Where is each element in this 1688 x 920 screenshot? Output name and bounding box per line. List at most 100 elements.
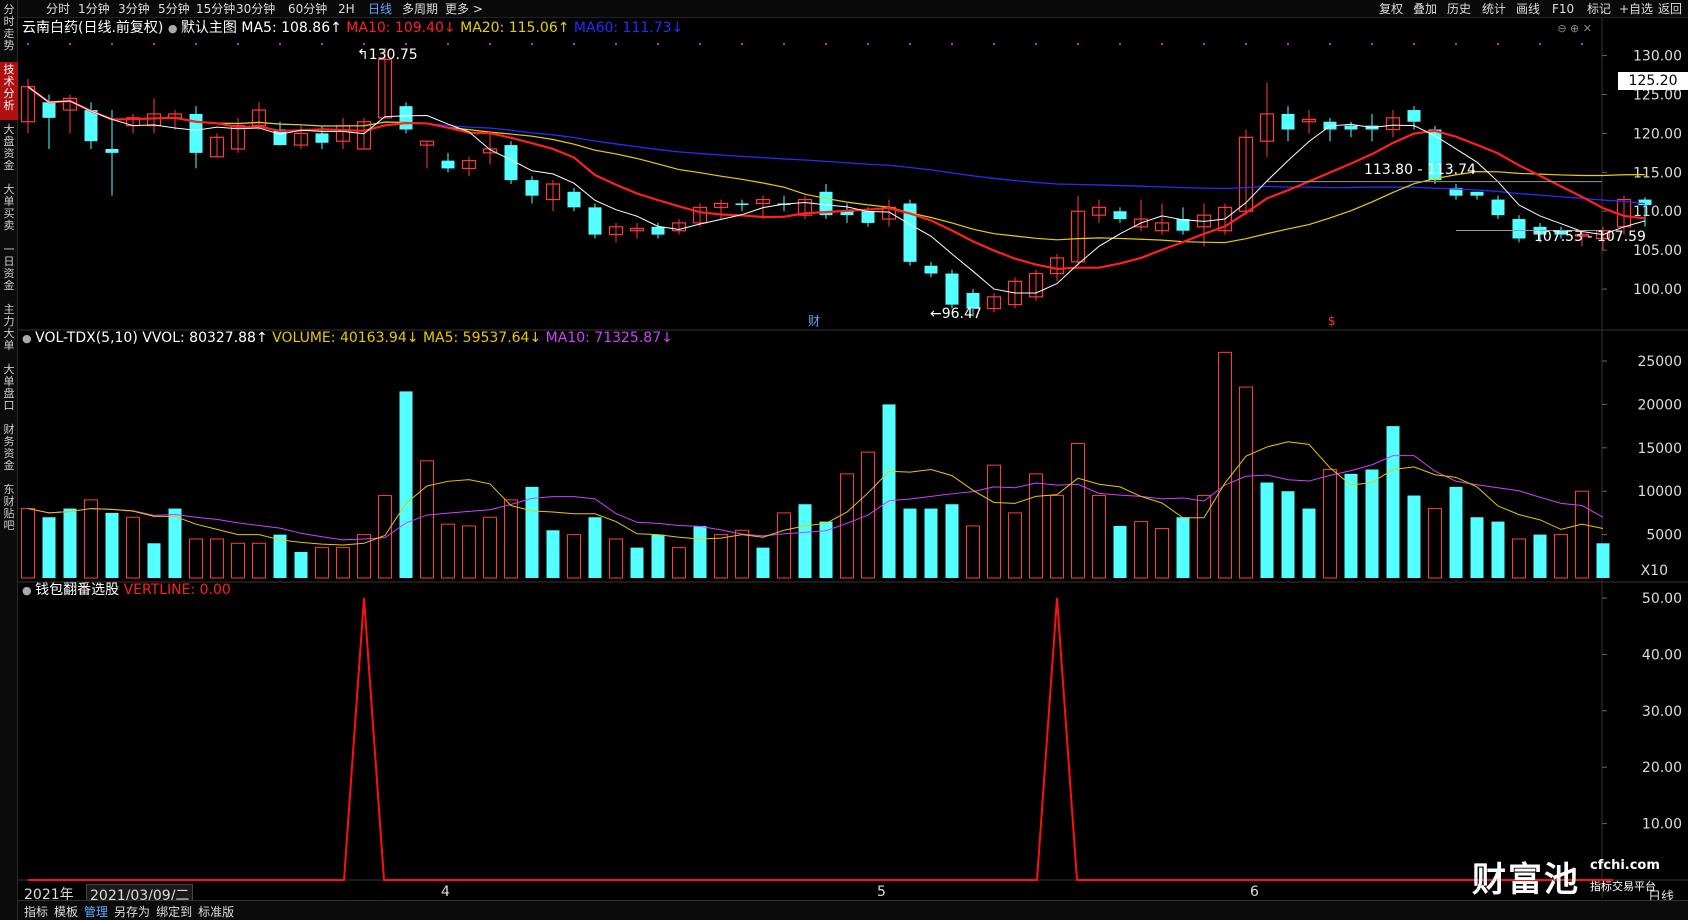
volume-bar — [1239, 386, 1253, 579]
volume-bar — [987, 464, 1001, 579]
volume-bar — [1512, 538, 1526, 579]
bottom-tab[interactable]: 模板 — [54, 905, 78, 919]
volume-bar — [1386, 426, 1400, 578]
volume-bar — [1071, 442, 1085, 579]
candle-body — [924, 265, 938, 274]
volume-bar — [1008, 512, 1022, 579]
volume-bar — [1575, 490, 1589, 579]
top-marker — [615, 43, 617, 45]
vol-axis-label: 25000 — [1637, 354, 1682, 370]
top-marker — [69, 43, 71, 45]
volume-bar — [1260, 482, 1274, 578]
candle-body — [42, 102, 56, 118]
top-marker — [1203, 43, 1205, 45]
price-axis-label: 115.00 — [1633, 165, 1682, 181]
candle-body — [84, 110, 98, 142]
volume-bar — [882, 404, 896, 578]
bottom-tab[interactable]: 绑定到 — [156, 905, 192, 919]
volume-bar — [630, 547, 644, 578]
volume-bar — [609, 538, 623, 579]
bottom-tab[interactable]: 另存为 — [114, 905, 150, 919]
volume-bar — [1092, 495, 1106, 579]
top-marker — [783, 43, 785, 45]
volume-bar — [21, 508, 35, 579]
ma60-line — [27, 86, 1646, 205]
top-marker — [699, 43, 701, 45]
candle-body — [105, 148, 119, 153]
bottom-tab[interactable]: 管理 — [84, 905, 108, 919]
price-tag: 125.20 — [1618, 72, 1688, 90]
ind-axis-label: 40.00 — [1642, 647, 1682, 663]
volume-bar — [462, 525, 476, 579]
bottom-tabbar: 指标 模板 管理 另存为 绑定到 标准版 — [18, 900, 1688, 920]
candle-body — [1638, 199, 1652, 206]
volume-bar — [420, 460, 434, 579]
volume-bar — [798, 504, 812, 578]
ind-axis-label: 10.00 — [1642, 817, 1682, 833]
top-marker — [1371, 43, 1373, 45]
volume-bar — [1596, 543, 1610, 578]
candle-body — [1281, 113, 1295, 130]
x-month-5: 5 — [877, 884, 886, 900]
volume-bar — [1554, 534, 1568, 579]
top-marker — [1161, 43, 1163, 45]
volume-bar — [819, 521, 833, 578]
bottom-tab[interactable]: 指标 — [24, 905, 48, 919]
volume-bar — [105, 512, 119, 578]
volume-bar — [504, 499, 518, 579]
volume-bar — [189, 538, 203, 579]
x-month-4: 4 — [441, 884, 450, 900]
volume-bar — [588, 517, 602, 578]
candle-body — [735, 203, 749, 206]
top-marker — [1413, 43, 1415, 45]
low-annotation: ←96.47 — [930, 306, 982, 322]
volume-bar — [441, 523, 455, 579]
vol-unit-label: X10 — [1641, 563, 1668, 579]
top-marker — [657, 43, 659, 45]
dividend-mark: $ — [1328, 314, 1336, 328]
volume-bar — [1134, 521, 1148, 579]
volume-bar — [84, 499, 98, 579]
volume-bar — [1449, 486, 1463, 578]
candle-body — [525, 180, 539, 196]
bottom-tab[interactable]: 标准版 — [198, 905, 234, 919]
candle-body — [588, 207, 602, 235]
volume-bar — [63, 508, 77, 578]
top-marker — [951, 43, 953, 45]
volume-bar — [1218, 351, 1232, 579]
watermark-brand: 财富池 — [1472, 860, 1580, 900]
volume-bar — [252, 542, 266, 579]
volume-bar — [1533, 534, 1547, 578]
top-marker — [867, 43, 869, 45]
volume-bar — [1323, 469, 1337, 579]
volume-bar — [1407, 495, 1421, 578]
top-marker — [279, 43, 281, 45]
top-marker — [531, 43, 533, 45]
chart-canvas[interactable]: 130.00125.00120.00115.00110.00105.00100.… — [0, 0, 1688, 920]
vol-axis-label: 10000 — [1637, 484, 1682, 500]
top-marker — [195, 43, 197, 45]
volume-bar — [672, 547, 686, 579]
stock-chart-app: { "left_nav": ["分时走势","技术分析","大盘资金","大单买… — [0, 0, 1688, 920]
candle-body — [441, 160, 455, 169]
top-marker — [1497, 43, 1499, 45]
top-marker — [1329, 43, 1331, 45]
price-axis-label: 120.00 — [1633, 126, 1682, 142]
volume-bar — [1281, 491, 1295, 578]
volume-bar — [840, 473, 854, 579]
volume-bar — [903, 508, 917, 578]
top-marker — [993, 43, 995, 45]
volume-bar — [1029, 473, 1043, 579]
top-marker — [1287, 43, 1289, 45]
candle-body — [1491, 199, 1505, 216]
top-marker — [111, 43, 113, 45]
volume-bar — [399, 391, 413, 578]
volume-bar — [1344, 473, 1358, 578]
volume-bar — [756, 547, 770, 578]
top-marker — [363, 43, 365, 45]
candle-body — [1470, 191, 1484, 196]
watermark-url: cfchi.com — [1590, 858, 1660, 873]
vol-axis-label: 5000 — [1646, 528, 1682, 544]
volume-bar — [651, 534, 665, 578]
volume-bar — [966, 525, 980, 579]
